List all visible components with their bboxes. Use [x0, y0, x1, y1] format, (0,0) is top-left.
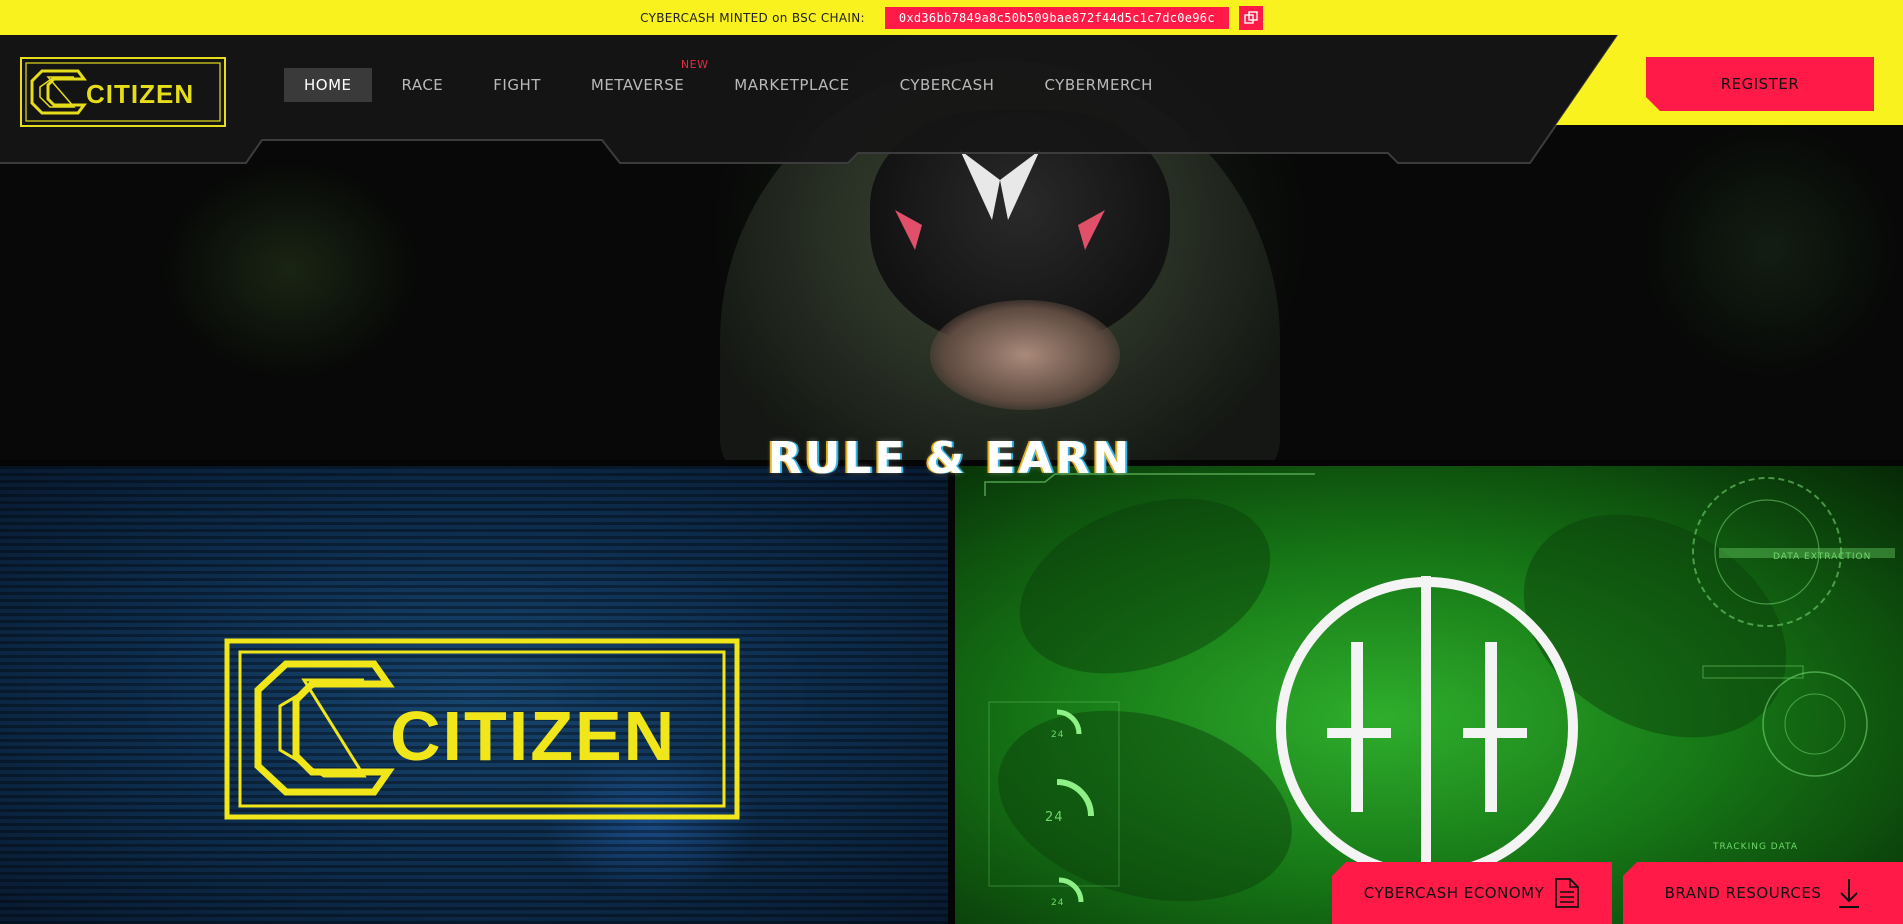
cybercash-economy-button[interactable]: CYBERCASH ECONOMY: [1332, 862, 1612, 924]
logo-text: CITIZEN: [86, 79, 194, 109]
large-logo-text: CITIZEN: [390, 697, 676, 775]
hud-tracking-data: TRACKING DATA: [1713, 842, 1798, 852]
hud-counter: 24: [1051, 898, 1065, 908]
nav-item-marketplace[interactable]: MARKETPLACE: [714, 68, 869, 102]
main-navigation: CITIZEN HOME RACE FIGHT METAVERSE NEW MA…: [0, 35, 1903, 165]
nav-item-cybercash[interactable]: CYBERCASH: [880, 68, 1015, 102]
hud-counter: 24: [1051, 730, 1065, 740]
download-icon: [1839, 879, 1860, 908]
copy-icon: [1244, 10, 1258, 24]
hud-overlay: [984, 473, 1895, 906]
panel-citizen-logo: CITIZEN: [0, 466, 948, 924]
nav-item-metaverse[interactable]: METAVERSE NEW: [571, 58, 708, 102]
nav-item-cybermerch[interactable]: CYBERMERCH: [1024, 68, 1172, 102]
brand-resources-button[interactable]: BRAND RESOURCES: [1623, 862, 1903, 924]
brand-resources-label: BRAND RESOURCES: [1664, 884, 1822, 902]
citizen-large-logo: CITIZEN: [224, 638, 740, 820]
panel-faction-emblem: DATA EXTRACTION TRACKING DATA 24 24 24: [955, 466, 1903, 924]
nav-item-home[interactable]: HOME: [284, 68, 372, 102]
hero-chin: [930, 300, 1120, 410]
contract-label: CYBERCASH MINTED on BSC CHAIN:: [640, 10, 865, 25]
hud-data-extraction: DATA EXTRACTION: [1773, 552, 1872, 562]
register-button[interactable]: REGISTER: [1646, 57, 1874, 111]
document-icon: [1555, 878, 1580, 908]
cybercash-economy-label: CYBERCASH ECONOMY: [1363, 884, 1545, 902]
hud-counter: 24: [1045, 810, 1064, 825]
citizen-logo[interactable]: CITIZEN: [20, 57, 226, 127]
nav-item-fight[interactable]: FIGHT: [473, 68, 561, 102]
nav-item-race[interactable]: RACE: [382, 68, 464, 102]
nav-item-metaverse-label: METAVERSE: [590, 76, 685, 94]
hero-tagline: RULE & EARN: [767, 433, 1133, 484]
nav-menu: HOME RACE FIGHT METAVERSE NEW MARKETPLAC…: [284, 58, 1183, 102]
contract-address[interactable]: 0xd36bb7849a8c50b509bae872f44d5c1c7dc0e9…: [884, 6, 1229, 29]
contract-bar: CYBERCASH MINTED on BSC CHAIN: 0xd36bb78…: [0, 0, 1903, 35]
panel-separator-vertical: [948, 460, 955, 924]
hero-glow-left: [160, 160, 420, 380]
copy-address-button[interactable]: [1238, 5, 1263, 30]
new-badge: NEW: [680, 58, 709, 71]
